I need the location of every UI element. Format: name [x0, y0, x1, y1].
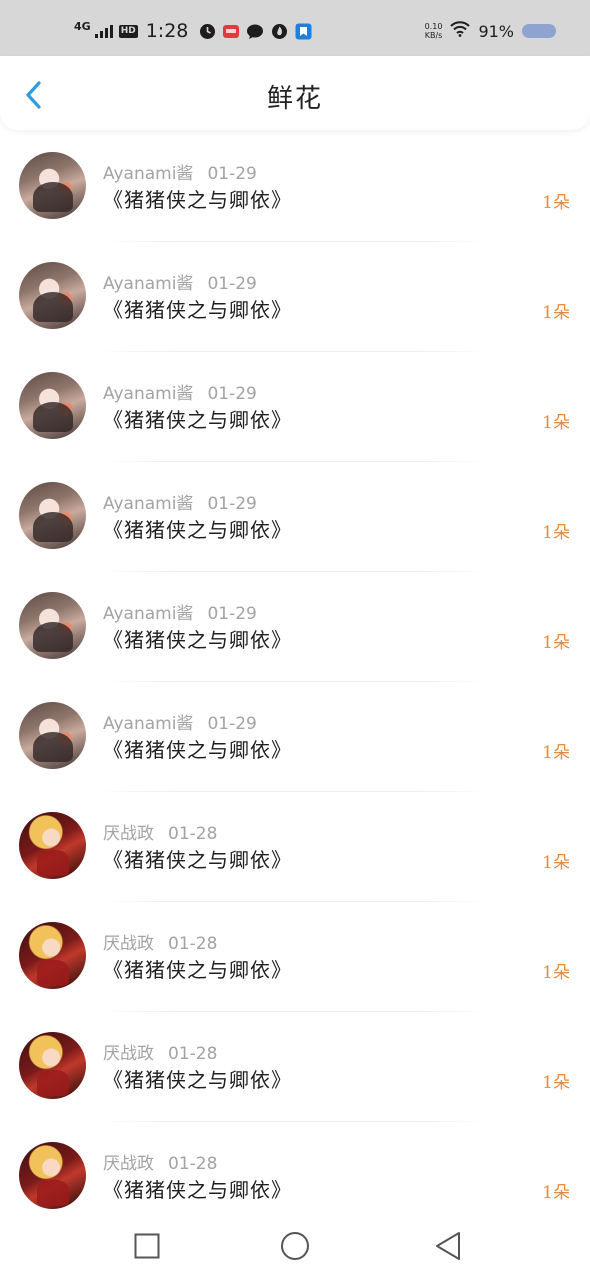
- home-icon: [281, 1232, 309, 1260]
- item-date: 01-28: [168, 934, 218, 954]
- list-item[interactable]: Ayanami酱 01-29 《猪猪侠之与卿依》 1朵: [0, 682, 590, 792]
- page-title: 鲜花: [266, 84, 323, 114]
- battery-icon: [522, 24, 556, 38]
- item-date: 01-28: [168, 824, 218, 844]
- avatar[interactable]: [19, 922, 86, 989]
- recent-apps-icon: [134, 1233, 160, 1259]
- book-title[interactable]: 《猪猪侠之与卿依》: [103, 844, 292, 873]
- avatar[interactable]: [19, 372, 86, 439]
- system-nav-bar: [0, 1214, 590, 1280]
- book-title[interactable]: 《猪猪侠之与卿依》: [103, 1174, 292, 1203]
- flower-record-list: Ayanami酱 01-29 《猪猪侠之与卿依》 1朵 Ayanami酱 01-29…: [0, 132, 590, 1232]
- battery-percent: 91%: [478, 21, 514, 41]
- recent-apps-button[interactable]: [132, 1231, 162, 1261]
- page-header: 鲜花: [0, 56, 590, 130]
- item-meta: Ayanami酱 01-29: [103, 269, 257, 294]
- flower-count: 1朵: [542, 853, 570, 873]
- network-type: 4G: [74, 19, 91, 33]
- item-meta: Ayanami酱 01-29: [103, 379, 257, 404]
- flower-count: 1朵: [542, 1183, 570, 1203]
- book-title[interactable]: 《猪猪侠之与卿依》: [103, 624, 292, 653]
- home-button[interactable]: [280, 1231, 310, 1261]
- wifi-icon: [450, 21, 471, 41]
- flower-count: 1朵: [542, 743, 570, 763]
- item-meta: Ayanami酱 01-29: [103, 159, 257, 184]
- hd-badge: HD: [118, 24, 138, 38]
- avatar[interactable]: [19, 1142, 86, 1209]
- net-speed-unit: KB/s: [424, 31, 443, 40]
- avatar[interactable]: [19, 152, 86, 219]
- item-meta: 厌战政 01-28: [103, 929, 217, 954]
- avatar[interactable]: [19, 262, 86, 329]
- user-name[interactable]: Ayanami酱: [103, 494, 193, 514]
- flower-count: 1朵: [542, 413, 570, 433]
- signal-icon: [94, 24, 113, 38]
- book-title[interactable]: 《猪猪侠之与卿依》: [103, 294, 292, 323]
- status-bar-right: 0.10 KB/s 91%: [425, 18, 556, 44]
- status-bar: 4G HD 1:28 0.10 KB/s 91%: [0, 0, 590, 56]
- flame-icon: [270, 22, 288, 40]
- item-meta: Ayanami酱 01-29: [103, 489, 257, 514]
- item-date: 01-28: [168, 1154, 218, 1174]
- list-item[interactable]: 厌战政 01-28 《猪猪侠之与卿依》 1朵: [0, 792, 590, 902]
- user-name[interactable]: Ayanami酱: [103, 714, 193, 734]
- user-name[interactable]: Ayanami酱: [103, 384, 193, 404]
- flower-count: 1朵: [542, 303, 570, 323]
- list-item[interactable]: Ayanami酱 01-29 《猪猪侠之与卿依》 1朵: [0, 462, 590, 572]
- list-item[interactable]: Ayanami酱 01-29 《猪猪侠之与卿依》 1朵: [0, 352, 590, 462]
- book-title[interactable]: 《猪猪侠之与卿依》: [103, 514, 292, 543]
- item-meta: Ayanami酱 01-29: [103, 709, 257, 734]
- avatar[interactable]: [19, 592, 86, 659]
- book-title[interactable]: 《猪猪侠之与卿依》: [103, 734, 292, 763]
- item-meta: Ayanami酱 01-29: [103, 599, 257, 624]
- user-name[interactable]: Ayanami酱: [103, 604, 193, 624]
- clock: 1:28: [145, 20, 189, 42]
- item-date: 01-29: [207, 164, 257, 184]
- list-item[interactable]: 厌战政 01-28 《猪猪侠之与卿依》 1朵: [0, 902, 590, 1012]
- list-item[interactable]: Ayanami酱 01-29 《猪猪侠之与卿依》 1朵: [0, 572, 590, 682]
- list-item[interactable]: 厌战政 01-28 《猪猪侠之与卿依》 1朵: [0, 1012, 590, 1122]
- status-bar-left: 4G HD 1:28: [74, 18, 312, 44]
- avatar[interactable]: [19, 702, 86, 769]
- avatar[interactable]: [19, 812, 86, 879]
- back-nav-button[interactable]: [433, 1231, 463, 1261]
- flower-count: 1朵: [542, 523, 570, 543]
- item-date: 01-29: [207, 384, 257, 404]
- item-date: 01-29: [207, 494, 257, 514]
- book-title[interactable]: 《猪猪侠之与卿依》: [103, 184, 292, 213]
- net-speed: 0.10 KB/s: [425, 22, 443, 40]
- book-title[interactable]: 《猪猪侠之与卿依》: [103, 954, 292, 983]
- list-item[interactable]: Ayanami酱 01-29 《猪猪侠之与卿依》 1朵: [0, 242, 590, 352]
- net-speed-value: 0.10: [424, 22, 443, 31]
- alarm-icon: [198, 22, 216, 40]
- flower-count: 1朵: [542, 193, 570, 213]
- book-title[interactable]: 《猪猪侠之与卿依》: [103, 1064, 292, 1093]
- user-name[interactable]: 厌战政: [103, 1044, 154, 1064]
- item-meta: 厌战政 01-28: [103, 819, 217, 844]
- avatar[interactable]: [19, 482, 86, 549]
- user-name[interactable]: 厌战政: [103, 824, 154, 844]
- avatar[interactable]: [19, 1032, 86, 1099]
- user-name[interactable]: Ayanami酱: [103, 164, 193, 184]
- flower-count: 1朵: [542, 1073, 570, 1093]
- back-triangle-icon: [436, 1232, 460, 1260]
- item-meta: 厌战政 01-28: [103, 1149, 217, 1174]
- book-title[interactable]: 《猪猪侠之与卿依》: [103, 404, 292, 433]
- item-date: 01-28: [168, 1044, 218, 1064]
- chat-bubble-icon: [246, 22, 264, 40]
- bookmark-app-icon: [294, 22, 312, 40]
- item-meta: 厌战政 01-28: [103, 1039, 217, 1064]
- app-notification-icon: [222, 22, 240, 40]
- list-item[interactable]: Ayanami酱 01-29 《猪猪侠之与卿依》 1朵: [0, 132, 590, 242]
- item-date: 01-29: [207, 274, 257, 294]
- flower-count: 1朵: [542, 633, 570, 653]
- item-date: 01-29: [207, 714, 257, 734]
- flower-count: 1朵: [542, 963, 570, 983]
- user-name[interactable]: 厌战政: [103, 1154, 154, 1174]
- item-date: 01-29: [207, 604, 257, 624]
- user-name[interactable]: 厌战政: [103, 934, 154, 954]
- user-name[interactable]: Ayanami酱: [103, 274, 193, 294]
